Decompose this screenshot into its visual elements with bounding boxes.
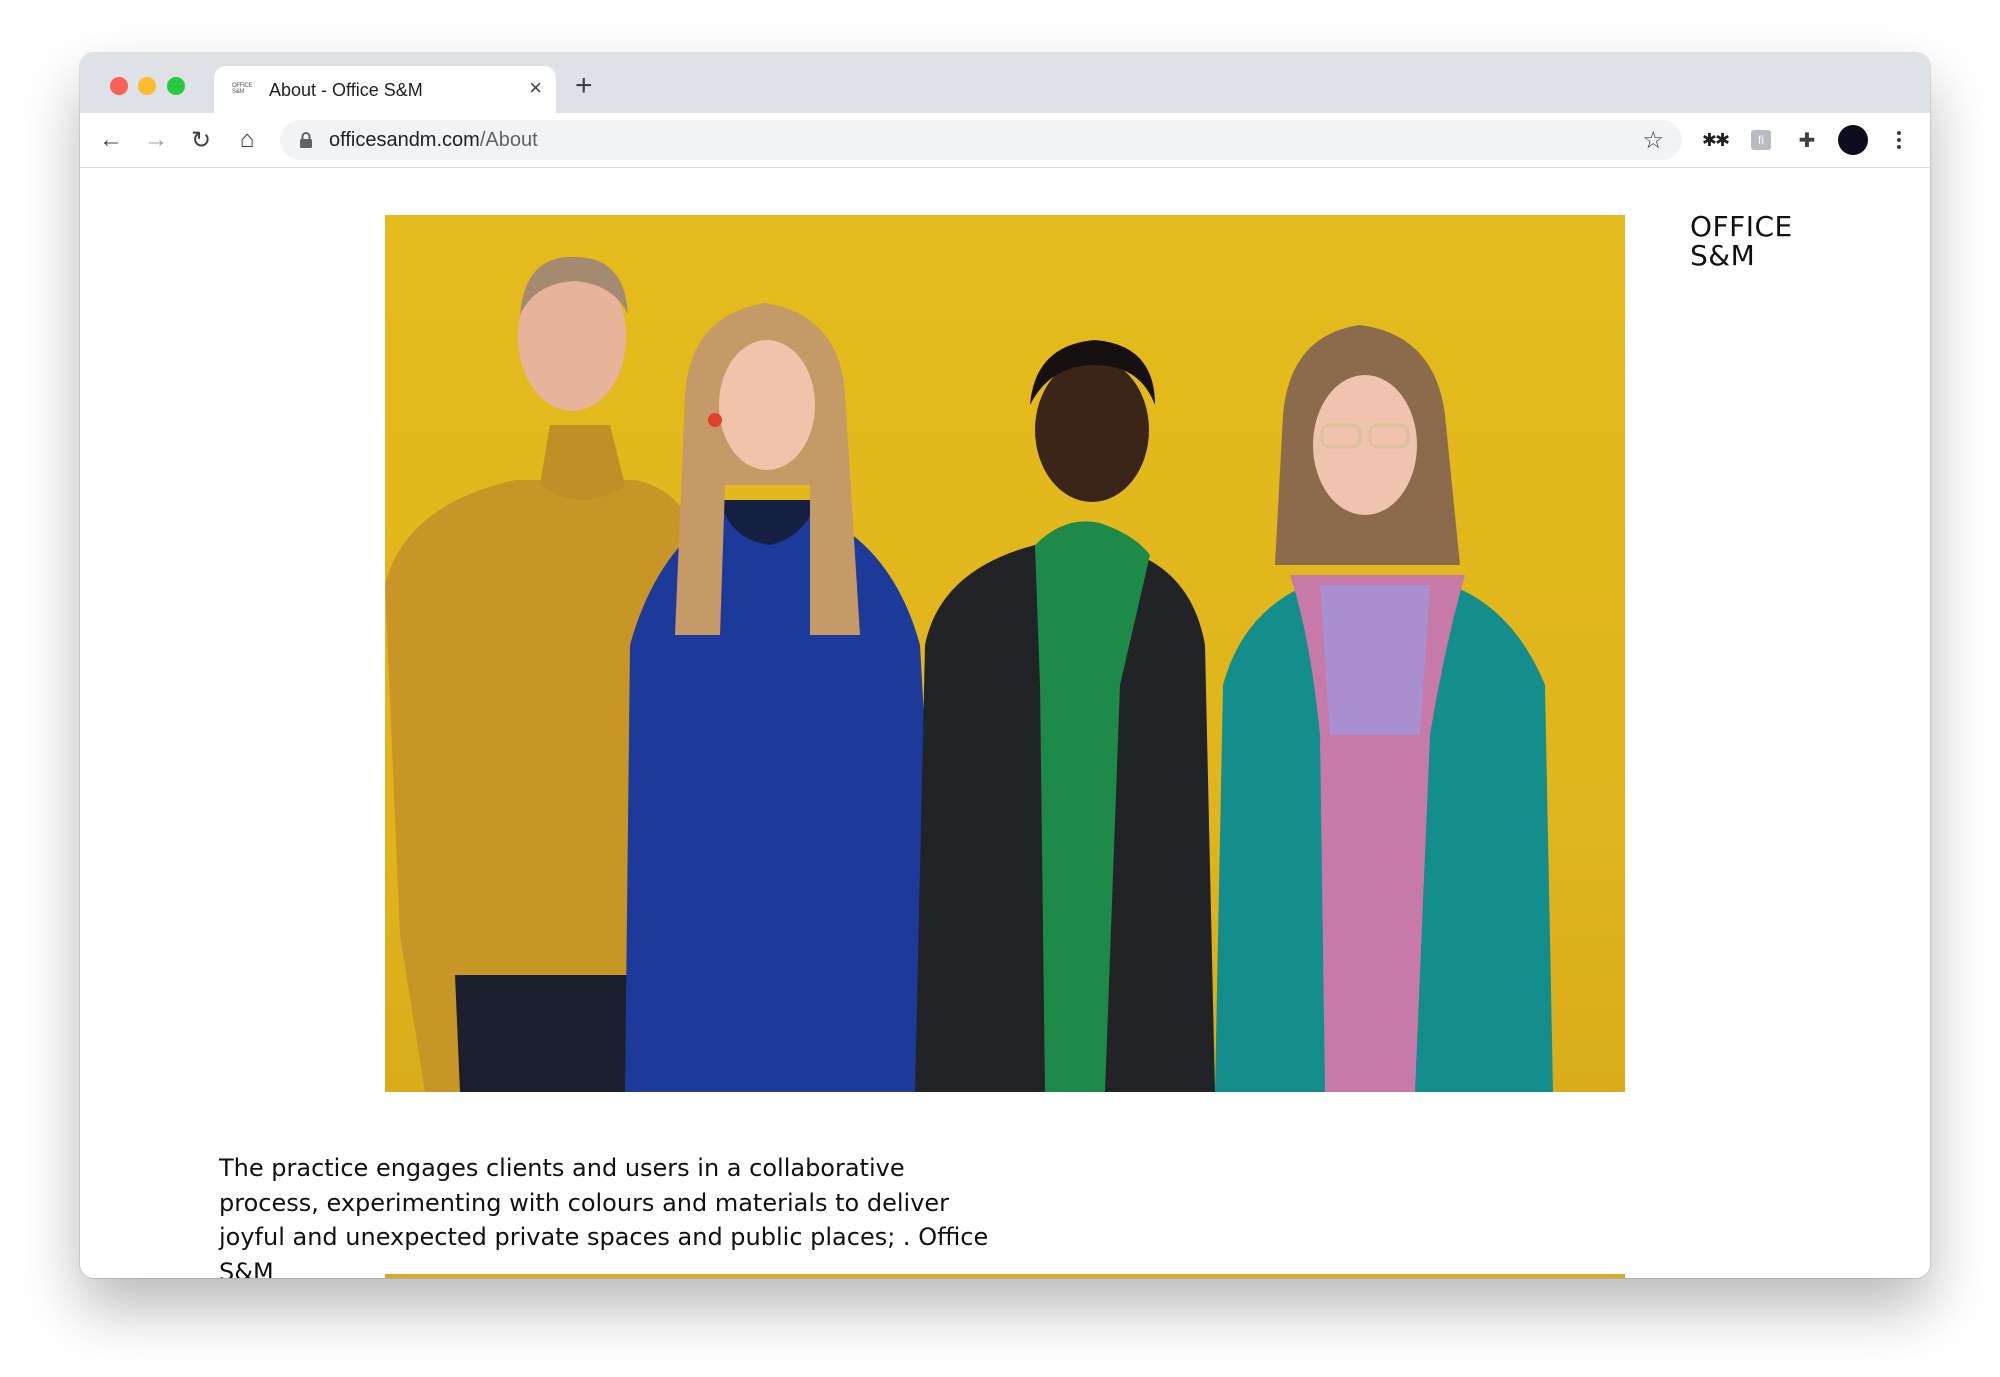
new-tab-button[interactable]: + — [575, 71, 593, 101]
profile-avatar[interactable] — [1838, 125, 1868, 155]
logo-line-2: S&M — [1690, 239, 1756, 272]
close-window-button[interactable] — [110, 77, 128, 95]
browser-menu-icon[interactable] — [1884, 125, 1914, 155]
url-path: /About — [479, 129, 538, 151]
extension-box-label: fi — [1751, 130, 1771, 150]
tab-strip: OFFICE S&M About - Office S&M × + — [80, 53, 1930, 113]
address-bar[interactable]: officesandm.com/About ☆ — [280, 120, 1682, 160]
intro-paragraph: The practice engages clients and users i… — [219, 1154, 989, 1278]
person-teal-jacket — [1215, 325, 1553, 1092]
back-arrow-icon[interactable]: ← — [96, 125, 126, 155]
person-green-hoodie — [915, 340, 1215, 1092]
browser-toolbar: ← → ↻ ⌂ officesandm.com/About ☆ ✱✱ fi ✚ — [80, 113, 1930, 168]
lock-icon — [300, 132, 312, 148]
tab-about[interactable]: OFFICE S&M About - Office S&M × — [214, 66, 556, 113]
minimize-window-button[interactable] — [138, 77, 156, 95]
home-icon[interactable]: ⌂ — [232, 125, 262, 155]
next-image-edge — [385, 1274, 1625, 1278]
team-photo-illustration — [385, 256, 1553, 1092]
browser-window: OFFICE S&M About - Office S&M × + ← → ↻ … — [80, 53, 1930, 1278]
office-sm-logo[interactable]: OFFICE S&M — [1690, 212, 1793, 270]
tab-title: About - Office S&M — [269, 80, 423, 100]
team-photo — [385, 215, 1625, 1092]
reload-icon[interactable]: ↻ — [186, 125, 216, 155]
url-host: officesandm.com — [329, 129, 480, 151]
maximize-window-button[interactable] — [167, 77, 185, 95]
extension-asterisk-icon[interactable]: ✱✱ — [1700, 125, 1730, 155]
extension-box-icon[interactable]: fi — [1746, 125, 1776, 155]
person-blue-dress — [625, 303, 945, 1092]
extensions-puzzle-icon[interactable]: ✚ — [1792, 125, 1822, 155]
logo-line-1: OFFICE — [1690, 210, 1793, 243]
bookmark-star-icon[interactable]: ☆ — [1642, 126, 1664, 155]
forward-arrow-icon[interactable]: → — [141, 125, 171, 155]
tab-close-icon[interactable]: × — [529, 76, 542, 100]
page-content: OFFICE S&M The practice engages clients … — [80, 168, 1930, 1278]
address-url: officesandm.com/About — [329, 129, 538, 152]
site-favicon-icon: OFFICE S&M — [232, 83, 253, 95]
